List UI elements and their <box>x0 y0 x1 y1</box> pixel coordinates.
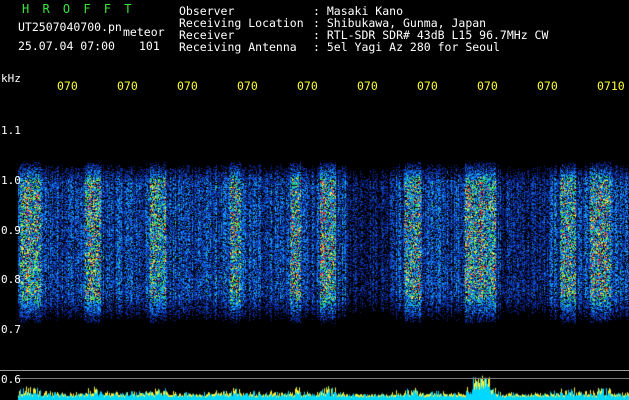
time-label: 070 <box>297 79 318 93</box>
axis-tick: 0.6 <box>1 373 21 386</box>
reference-line-lower <box>18 378 629 379</box>
time-label: 070 <box>177 79 198 93</box>
file-name: UT2507040700.pn <box>18 20 122 34</box>
time-label: 070 <box>417 79 438 93</box>
time-label: 070 <box>477 79 498 93</box>
antenna-label: Receiving Antenna <box>179 40 297 54</box>
mode-label: meteor <box>123 25 165 39</box>
axis-tick: 0.7 <box>1 323 21 336</box>
spectrogram-canvas <box>0 0 629 400</box>
time-label: 070 <box>537 79 558 93</box>
axis-tick: 0.8 <box>1 273 21 286</box>
program-title: H R O F F T <box>22 2 135 16</box>
reference-line-upper <box>0 370 629 371</box>
axis-tick: 1.0 <box>1 174 21 187</box>
time-label: 070 <box>357 79 378 93</box>
antenna-value: : 5el Yagi Az 280 for Seoul <box>313 40 500 54</box>
datetime: 25.07.04 07:00 <box>18 39 115 53</box>
axis-unit: kHz <box>1 72 21 85</box>
time-label: 070 <box>117 79 138 93</box>
count-value: 101 <box>139 39 160 53</box>
axis-tick: 1.1 <box>1 124 21 137</box>
time-label: 070 <box>237 79 258 93</box>
time-label: 070 <box>57 79 78 93</box>
time-label: 0710 <box>597 79 625 93</box>
axis-tick: 0.9 <box>1 224 21 237</box>
